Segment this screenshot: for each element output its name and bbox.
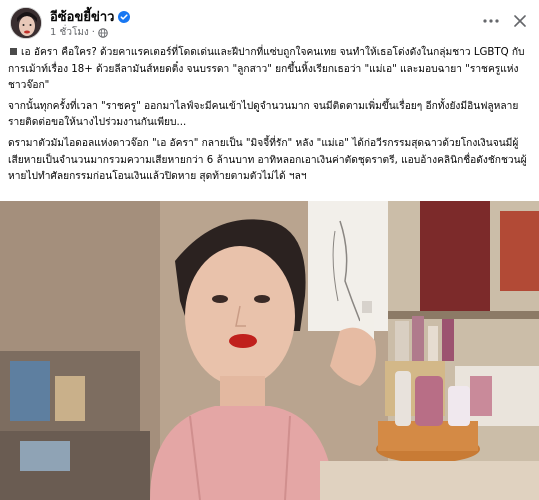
more-horizontal-icon: [483, 19, 499, 23]
page-name[interactable]: อีซ้อขยี้ข่าว: [50, 6, 114, 27]
post-paragraph: จากนั้นทุกครั้งที่เวลา "ราชครู" ออกมาไลฟ…: [8, 99, 530, 132]
post-paragraph-text: เอ อัครา คือใคร? ด้วยคาแรคเตอร์ที่โดดเด่…: [8, 47, 525, 92]
post-meta: 1 ชั่วโมง ·: [50, 25, 108, 40]
post-paragraph-text: จากนั้นทุกครั้งที่เวลา "ราชครู" ออกมาไลฟ…: [8, 100, 519, 129]
meta-separator: ·: [91, 27, 95, 38]
close-button[interactable]: [509, 10, 531, 32]
post-paragraph-text: ดรามาตัวมัมไอดอลแห่งดาวจ๊อก "เอ อัครา" ก…: [8, 137, 527, 183]
post-timestamp[interactable]: 1 ชั่วโมง: [50, 25, 89, 40]
more-options-button[interactable]: [480, 10, 502, 32]
post-text: เอ อัครา คือใคร? ด้วยคาแรคเตอร์ที่โดดเด่…: [8, 45, 530, 190]
globe-icon: [98, 27, 108, 38]
photo-scene: [0, 201, 539, 500]
post-paragraph: เอ อัครา คือใคร? ด้วยคาแรคเตอร์ที่โดดเด่…: [8, 45, 530, 95]
close-icon: [514, 15, 526, 27]
page-name-row: อีซ้อขยี้ข่าว: [50, 6, 131, 27]
post-header: อีซ้อขยี้ข่าว 1 ชั่วโมง ·: [0, 0, 539, 46]
page-avatar[interactable]: [10, 7, 42, 39]
avatar-image: [11, 8, 41, 38]
post-photo[interactable]: [0, 201, 539, 500]
square-bullet-icon: [10, 48, 17, 55]
verified-badge-icon: [118, 10, 131, 23]
post-paragraph: ดรามาตัวมัมไอดอลแห่งดาวจ๊อก "เอ อัครา" ก…: [8, 136, 530, 186]
